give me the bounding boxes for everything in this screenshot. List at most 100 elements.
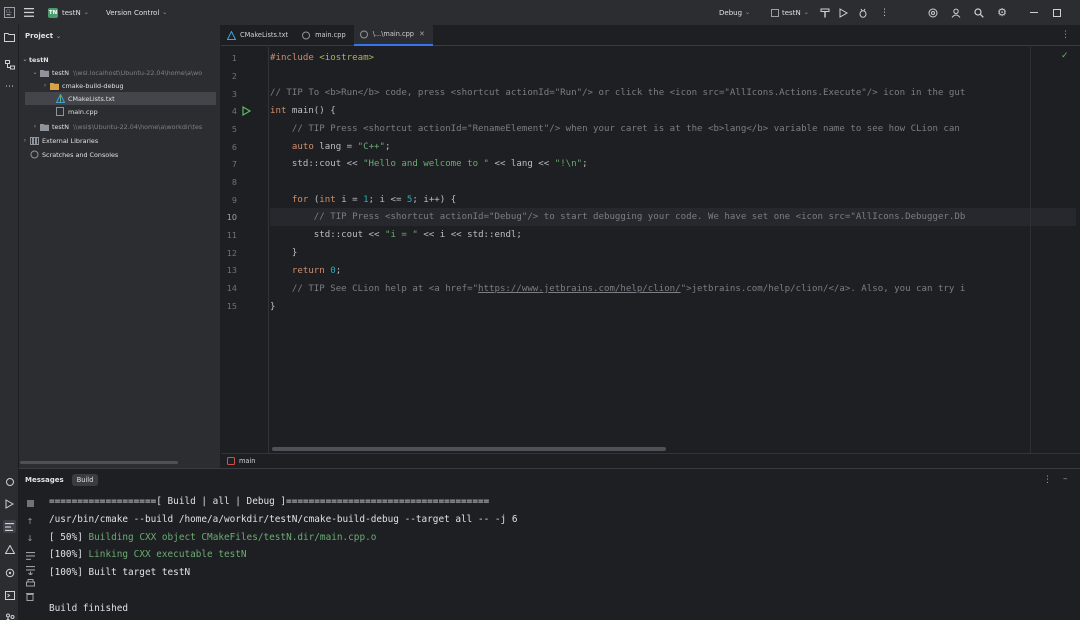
project-switcher[interactable]: TN testN ⌄ bbox=[48, 0, 89, 25]
tree-item-external-libraries[interactable]: › External Libraries bbox=[19, 134, 220, 147]
chevron-right-icon: › bbox=[33, 123, 37, 130]
folder-icon bbox=[39, 123, 49, 131]
run-config-selector[interactable]: Debug ⌄ bbox=[719, 0, 750, 25]
tree-item-testn-wsl[interactable]: › testN \\wsl$\Ubuntu-22.04\home\a\workd… bbox=[19, 120, 220, 133]
build-output-line: ===================[ Build | all | Debug… bbox=[49, 496, 490, 507]
tree-item-label: CMakeLists.txt bbox=[68, 94, 115, 103]
line-number: 11 bbox=[226, 231, 237, 240]
tree-item-scratches[interactable]: Scratches and Consoles bbox=[19, 148, 220, 161]
more-actions-icon[interactable]: ⋮ bbox=[879, 7, 890, 18]
line-number: 3 bbox=[231, 90, 237, 99]
build-output-line-linking: [100%] Linking CXX executable testN bbox=[49, 549, 247, 560]
ai-assistant-icon[interactable] bbox=[927, 7, 938, 18]
project-badge: TN bbox=[48, 7, 58, 18]
breadcrumb: main bbox=[221, 453, 1080, 467]
line-number: 5 bbox=[231, 125, 237, 134]
tab-build[interactable]: Build bbox=[71, 474, 99, 486]
chevron-down-icon: ⌄ bbox=[83, 9, 89, 16]
project-panel-title: Project bbox=[25, 32, 54, 40]
tree-item-project-root[interactable]: ⌄ testN bbox=[19, 53, 220, 66]
tab-main-cpp[interactable]: main.cpp bbox=[296, 25, 354, 46]
tree-item-label: testN bbox=[52, 68, 70, 77]
tree-item-label: cmake-build-debug bbox=[62, 81, 124, 90]
editor-horizontal-scrollbar[interactable] bbox=[272, 447, 666, 451]
svg-text:CL: CL bbox=[6, 9, 12, 15]
tree-item-main-cpp[interactable]: main.cpp bbox=[19, 105, 220, 118]
code-line-4: int main() { bbox=[270, 106, 336, 116]
git-icon[interactable] bbox=[3, 611, 16, 620]
tab-main-cpp-wsl[interactable]: \...\main.cpp ✕ bbox=[353, 24, 433, 46]
target-name: testN bbox=[782, 8, 801, 17]
settings-gear-icon[interactable]: ⚙ bbox=[996, 6, 1008, 19]
chevron-down-icon: ⌄ bbox=[803, 9, 809, 16]
problems-icon[interactable] bbox=[3, 543, 16, 556]
minimize-icon[interactable] bbox=[1028, 7, 1039, 18]
tab-label: \...\main.cpp bbox=[372, 30, 414, 38]
line-number: 12 bbox=[226, 249, 237, 258]
restore-icon[interactable] bbox=[1051, 7, 1062, 18]
arrow-down-icon[interactable]: ↓ bbox=[25, 533, 35, 543]
line-number: 14 bbox=[226, 284, 237, 293]
build-output-line: /usr/bin/cmake --build /home/a/workdir/t… bbox=[49, 514, 518, 525]
tree-item-label: testN bbox=[52, 122, 70, 131]
code-line-9: for (int i = 1; i <= 5; i++) { bbox=[291, 195, 457, 205]
messages-panel-header: Messages Build ⋮ – bbox=[19, 469, 1080, 491]
more-tools-icon[interactable]: ⋯ bbox=[3, 80, 16, 93]
close-tab-icon[interactable]: ✕ bbox=[419, 30, 425, 38]
tab-label: CMakeLists.txt bbox=[240, 31, 289, 39]
code-line-10: // TIP Press <shortcut actionId="Debug"/… bbox=[270, 208, 1076, 226]
tree-item-testn-wsl-localhost[interactable]: ⌄ testN \\wsl.localhost\Ubuntu-22.04\hom… bbox=[19, 66, 220, 79]
code-line-1: #include <iostream> bbox=[270, 49, 374, 67]
terminal-icon[interactable] bbox=[3, 589, 16, 602]
line-number: 1 bbox=[231, 54, 237, 63]
breadcrumb-item-main[interactable]: main bbox=[239, 457, 255, 465]
project-scrollbar[interactable] bbox=[20, 461, 178, 464]
messages-tool-window: Messages Build ⋮ – ↑ ↓ =================… bbox=[19, 468, 1080, 620]
minimize-panel-icon[interactable]: – bbox=[1063, 474, 1068, 484]
soft-wrap-icon[interactable] bbox=[25, 551, 35, 561]
chevron-right-icon: › bbox=[43, 82, 47, 89]
more-options-icon[interactable]: ⋮ bbox=[1043, 475, 1052, 485]
no-problems-check-icon[interactable]: ✓ bbox=[1061, 51, 1069, 61]
line-number: 9 bbox=[231, 196, 237, 205]
more-tabs-icon[interactable]: ⋮ bbox=[1061, 30, 1070, 40]
stop-icon[interactable] bbox=[25, 498, 35, 508]
user-icon[interactable] bbox=[950, 7, 961, 18]
line-number: 7 bbox=[231, 160, 237, 169]
editor-gutter: 1 2 3 4 5 6 7 8 9 10 11 12 13 14 15 bbox=[221, 47, 269, 453]
build-hammer-icon[interactable] bbox=[819, 7, 830, 18]
main-menu-icon[interactable] bbox=[23, 7, 34, 18]
arrow-up-icon[interactable]: ↑ bbox=[25, 516, 35, 526]
cmake-file-icon bbox=[227, 30, 236, 40]
code-editor[interactable]: #include <iostream> // TIP To <b>Run</b>… bbox=[270, 47, 1076, 447]
tab-cmakelists[interactable]: CMakeLists.txt bbox=[221, 25, 296, 46]
trash-icon[interactable] bbox=[25, 591, 35, 601]
run-gutter-icon[interactable] bbox=[242, 105, 252, 118]
vcs-widget[interactable]: Version Control ⌄ bbox=[106, 0, 167, 25]
code-line-15: } bbox=[270, 302, 276, 312]
search-icon[interactable] bbox=[973, 7, 984, 18]
line-number: 4 bbox=[231, 107, 237, 116]
debug-icon[interactable] bbox=[857, 7, 868, 18]
code-line-12: } bbox=[270, 248, 298, 258]
help-link[interactable]: https://www.jetbrains.com/help/clion/ bbox=[478, 284, 681, 294]
code-line-3: // TIP To <b>Run</b> code, press <shortc… bbox=[270, 88, 966, 98]
run-icon[interactable] bbox=[838, 7, 849, 18]
chevron-down-icon: ⌄ bbox=[745, 9, 751, 16]
line-number: 2 bbox=[231, 72, 237, 81]
run-tool-icon[interactable] bbox=[3, 497, 16, 510]
print-icon[interactable] bbox=[25, 578, 35, 588]
line-number: 15 bbox=[226, 302, 237, 311]
messages-tool-icon[interactable] bbox=[3, 520, 16, 533]
structure-icon[interactable] bbox=[3, 58, 16, 71]
tree-item-cmakelists[interactable]: CMakeLists.txt bbox=[25, 92, 216, 105]
chevron-down-icon: ⌄ bbox=[162, 9, 168, 16]
scroll-to-end-icon[interactable] bbox=[25, 565, 35, 575]
version-control-icon[interactable] bbox=[3, 566, 16, 579]
app-logo-icon: CL bbox=[4, 7, 15, 18]
project-folder-icon[interactable] bbox=[3, 30, 16, 43]
target-selector[interactable]: testN ⌄ bbox=[770, 0, 809, 25]
project-panel-header[interactable]: Project ⌄ bbox=[19, 25, 220, 47]
tree-item-cmake-build-debug[interactable]: › cmake-build-debug bbox=[19, 79, 220, 92]
services-icon[interactable] bbox=[3, 475, 16, 488]
